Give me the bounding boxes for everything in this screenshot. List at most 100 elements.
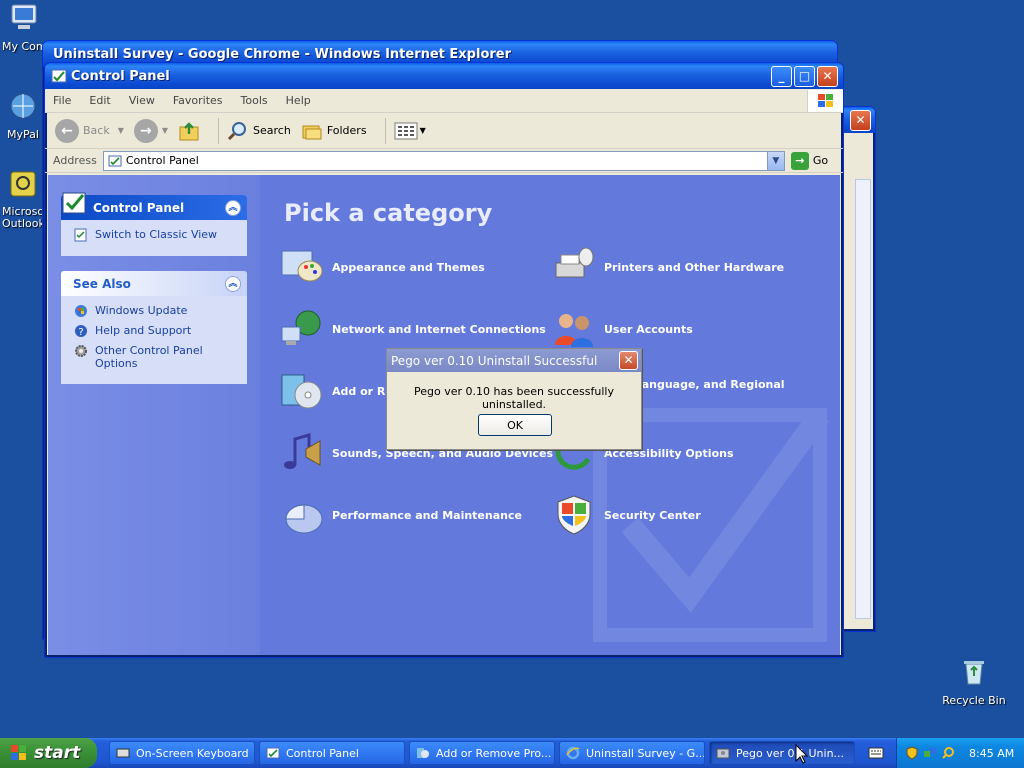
task-pane: Control Panel ︽ Switch to Classic View S…	[48, 175, 260, 655]
user-accounts-icon	[555, 314, 593, 347]
dialog-title: Pego ver 0.10 Uninstall Successful	[391, 353, 598, 368]
task-on-screen-keyboard[interactable]: On-Screen Keyboard	[109, 741, 255, 765]
ok-button[interactable]: OK	[478, 414, 552, 436]
desktop-icon-my-computer[interactable]: My Computer	[2, 2, 46, 53]
address-label: Address	[53, 154, 97, 167]
dialog-close-button[interactable]: ✕	[619, 351, 638, 370]
desktop-icon-recycle-bin[interactable]: Recycle Bin	[939, 656, 1009, 707]
task-label: Help and Support	[95, 324, 192, 337]
add-remove-programs-icon	[281, 374, 322, 409]
clock[interactable]: 8:45 AM	[969, 747, 1014, 760]
task-add-remove-programs[interactable]: Add or Remove Pro...	[409, 741, 555, 765]
forward-button[interactable]: → ▼	[133, 118, 169, 143]
category-label: User Accounts	[604, 322, 693, 336]
control-panel-titlebar[interactable]: Control Panel _ □ ✕	[45, 63, 843, 89]
start-button[interactable]: start	[0, 738, 97, 768]
views-grid-icon	[394, 122, 418, 139]
menu-favorites[interactable]: Favorites	[173, 94, 223, 107]
computer-icon	[11, 4, 37, 29]
back-label: Back	[83, 124, 110, 137]
scrollbar[interactable]	[855, 179, 871, 619]
switch-classic-view-link[interactable]: Switch to Classic View	[73, 228, 237, 242]
go-arrow-icon: →	[790, 151, 809, 170]
page-title: Pick a category	[284, 199, 493, 227]
menu-tools[interactable]: Tools	[241, 94, 268, 107]
other-options-link[interactable]: Other Control Panel Options	[73, 344, 237, 370]
keyboard-tray-icon[interactable]	[863, 738, 889, 768]
control-panel-taskbox-header[interactable]: Control Panel ︽	[61, 192, 247, 220]
windows-update-link[interactable]: Windows Update	[73, 304, 237, 318]
task-uninstall-survey[interactable]: Uninstall Survey - G...	[559, 741, 705, 765]
menu-help[interactable]: Help	[286, 94, 311, 107]
control-panel-taskbox: Control Panel ︽ Switch to Classic View	[61, 192, 247, 256]
desktop-icon-label: MyPal	[7, 128, 39, 141]
address-value: Control Panel	[125, 154, 199, 167]
add-remove-window[interactable]: ✕	[840, 106, 876, 632]
address-dropdown-button[interactable]: ▼	[766, 151, 784, 170]
help-support-link[interactable]: ? Help and Support	[73, 324, 237, 338]
see-also-header[interactable]: See Also ︽	[61, 271, 247, 296]
go-button[interactable]: → Go	[790, 151, 828, 170]
chevron-down-icon: ▼	[419, 126, 426, 135]
collapse-chevron-icon[interactable]: ︽	[225, 199, 241, 216]
category-label: Network and Internet Connections	[332, 322, 546, 336]
desktop-icon-mypal[interactable]: MyPal	[2, 90, 44, 141]
ie-window-title: Uninstall Survey - Google Chrome - Windo…	[53, 46, 512, 62]
task-label: Windows Update	[95, 304, 188, 317]
svg-text:?: ?	[78, 327, 83, 338]
control-panel-icon	[62, 192, 86, 214]
network-tray-icon[interactable]	[923, 746, 937, 760]
forward-arrow-icon: →	[133, 118, 158, 143]
taskbox-title: See Also	[73, 276, 131, 291]
gear-icon	[75, 345, 87, 357]
menu-view[interactable]: View	[129, 94, 155, 107]
close-button[interactable]: ✕	[850, 109, 871, 131]
internet-explorer-icon	[566, 746, 580, 760]
category-label: Security Center	[604, 508, 701, 522]
category-network-internet[interactable]: Network and Internet Connections	[280, 307, 546, 351]
globe-icon	[10, 93, 36, 119]
category-add-remove-programs[interactable]: Add or Re	[280, 369, 393, 413]
menu-file[interactable]: File	[53, 94, 71, 107]
window-title: Control Panel	[71, 68, 170, 84]
maximize-button[interactable]: □	[794, 65, 815, 87]
uninstall-dialog[interactable]: Pego ver 0.10 Uninstall Successful ✕ Peg…	[386, 348, 642, 450]
search-label: Search	[253, 124, 291, 137]
control-panel-icon	[266, 747, 280, 759]
folders-icon	[302, 125, 322, 139]
up-button[interactable]	[178, 120, 200, 142]
task-control-panel[interactable]: Control Panel	[259, 741, 405, 765]
menu-edit[interactable]: Edit	[89, 94, 110, 107]
category-performance-maintenance[interactable]: Performance and Maintenance	[280, 493, 522, 537]
keyboard-icon	[116, 748, 130, 758]
desktop-icon-label: Microsoft Outlook	[2, 205, 44, 230]
security-shield-icon[interactable]	[905, 746, 919, 760]
close-button[interactable]: ✕	[817, 65, 838, 87]
chevron-down-icon: ▼	[161, 126, 169, 135]
search-icon	[227, 121, 247, 140]
add-remove-titlebar[interactable]: ✕	[841, 107, 875, 133]
category-security-center[interactable]: Security Center	[552, 493, 701, 537]
category-user-accounts[interactable]: User Accounts	[552, 307, 693, 351]
views-button[interactable]: ▼	[394, 121, 426, 141]
dialog-message: Pego ver 0.10 has been successfully unin…	[414, 385, 614, 411]
add-remove-programs-icon	[417, 748, 429, 758]
address-field[interactable]: Control Panel ▼	[102, 150, 785, 171]
folders-label: Folders	[326, 124, 367, 137]
task-pego-uninstall[interactable]: Pego ver 0.1 Unin...	[709, 741, 855, 765]
category-appearance-themes[interactable]: Appearance and Themes	[280, 245, 485, 289]
see-also-taskbox: See Also ︽ Windows Update ? Help and Sup…	[61, 271, 247, 384]
folders-button[interactable]: Folders	[301, 120, 367, 142]
back-arrow-icon: ←	[55, 118, 79, 143]
desktop-icon-outlook[interactable]: Microsoft Outlook	[2, 168, 44, 230]
category-label: Add or Re	[332, 384, 393, 398]
search-tray-icon[interactable]	[941, 746, 955, 760]
back-button[interactable]: ← Back ▼	[55, 118, 124, 143]
shield-icon	[557, 495, 591, 535]
minimize-button[interactable]: _	[771, 65, 792, 87]
category-printers-hardware[interactable]: Printers and Other Hardware	[552, 245, 784, 289]
search-button[interactable]: Search	[227, 120, 291, 142]
folder-up-icon	[179, 121, 199, 140]
dialog-titlebar[interactable]: Pego ver 0.10 Uninstall Successful ✕	[387, 349, 641, 372]
collapse-chevron-icon[interactable]: ︽	[225, 275, 241, 292]
